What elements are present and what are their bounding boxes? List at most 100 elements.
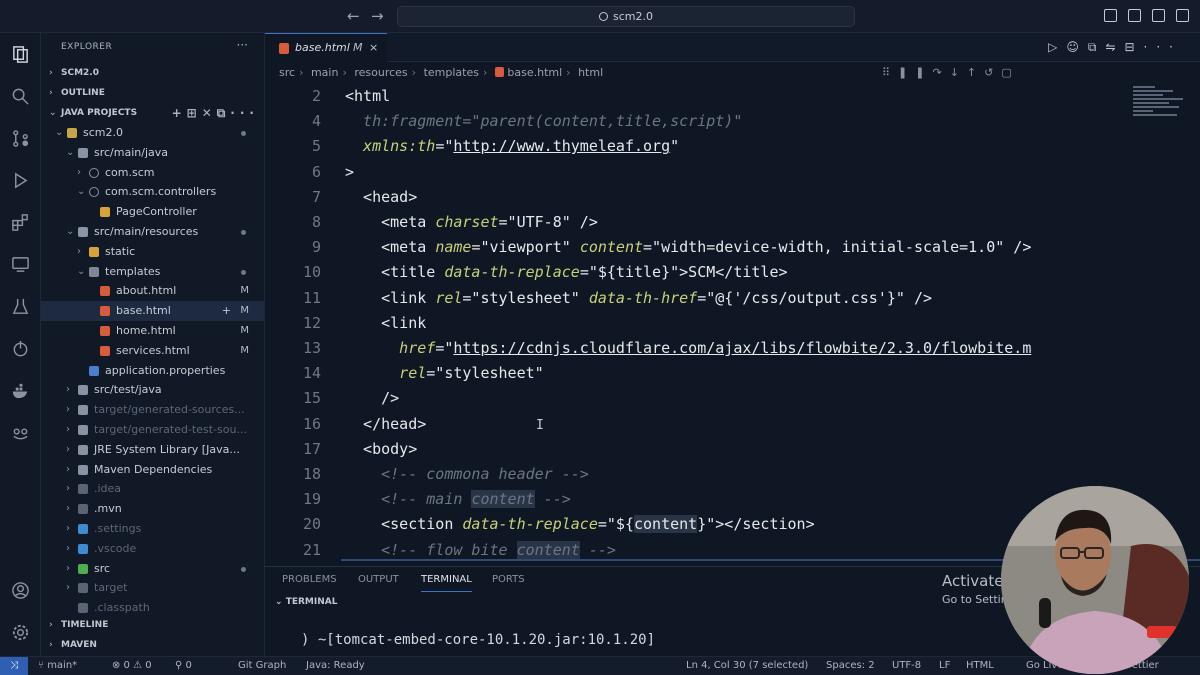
- indentation[interactable]: Spaces: 2: [826, 657, 875, 675]
- explorer-icon[interactable]: [11, 45, 30, 64]
- testing-flask-icon[interactable]: [11, 297, 30, 316]
- minimap[interactable]: [1133, 84, 1189, 144]
- code-line[interactable]: 10 <title data-th-replace="${title}">SCM…: [265, 260, 1135, 285]
- section-java-projects[interactable]: ⌄ JAVA PROJECTS +⊞✕⧉···: [41, 103, 264, 123]
- more-actions-icon[interactable]: ···: [237, 38, 248, 52]
- breadcrumb-item[interactable]: src: [279, 66, 295, 79]
- tree-item[interactable]: › static: [41, 242, 264, 262]
- tab-ports[interactable]: PORTS: [492, 567, 525, 593]
- copilot-icon[interactable]: [11, 423, 30, 442]
- arrow-right-icon[interactable]: →: [371, 7, 384, 25]
- tab-terminal[interactable]: TERMINAL: [421, 567, 472, 592]
- chevron-right-icon[interactable]: ›: [66, 499, 70, 519]
- tree-item[interactable]: base.html + M: [41, 301, 264, 322]
- code-line[interactable]: 5 xmlns:th="http://www.thymeleaf.org": [265, 134, 1135, 159]
- chevron-down-icon[interactable]: ⌄: [77, 182, 85, 202]
- chevron-right-icon[interactable]: ›: [66, 559, 70, 579]
- section-timeline[interactable]: › TIMELINE: [41, 615, 264, 635]
- tree-item[interactable]: PageController: [41, 202, 264, 222]
- chevron-down-icon[interactable]: ⌄: [66, 143, 74, 163]
- chevron-right-icon[interactable]: ›: [66, 479, 70, 499]
- chevron-right-icon[interactable]: ›: [66, 539, 70, 559]
- code-line[interactable]: 17 <body>: [265, 437, 1135, 462]
- section-scm[interactable]: › SCM2.0: [41, 63, 264, 83]
- encoding[interactable]: UTF-8: [892, 657, 921, 675]
- tree-item[interactable]: › JRE System Library [Java...: [41, 440, 264, 460]
- toggle-panel-icon[interactable]: [1128, 9, 1141, 22]
- account-icon[interactable]: [11, 581, 30, 600]
- close-icon[interactable]: ×: [369, 34, 378, 62]
- code-line[interactable]: 2 <html: [265, 84, 1135, 109]
- debug-toolbar[interactable]: ⠿❚❚↷↓↑↺▢: [882, 66, 1042, 82]
- section-outline[interactable]: › OUTLINE: [41, 83, 264, 103]
- tree-item[interactable]: services.html M: [41, 341, 264, 361]
- code-line[interactable]: 18 <!-- commona header -->: [265, 462, 1135, 487]
- terminal-section-header[interactable]: ⌄ TERMINAL: [275, 597, 337, 607]
- tree-item[interactable]: application.properties: [41, 361, 264, 381]
- chevron-right-icon[interactable]: ›: [66, 519, 70, 539]
- code-line[interactable]: 15 />: [265, 386, 1135, 411]
- section-maven[interactable]: › MAVEN: [41, 635, 264, 655]
- breadcrumb-item[interactable]: resources: [354, 66, 407, 79]
- tree-item[interactable]: › target: [41, 578, 264, 598]
- add-icon[interactable]: +: [222, 301, 231, 321]
- chevron-down-icon[interactable]: ⌄: [77, 262, 85, 282]
- tree-item[interactable]: › target/generated-sources...: [41, 400, 264, 420]
- remote-explorer-icon[interactable]: [11, 255, 30, 274]
- cursor-position[interactable]: Ln 4, Col 30 (7 selected): [686, 657, 808, 675]
- breadcrumb-item[interactable]: html: [578, 66, 603, 79]
- tree-item[interactable]: › .mvn: [41, 499, 264, 519]
- gear-icon[interactable]: [11, 623, 30, 642]
- branch-indicator[interactable]: ⑂ main*: [38, 657, 77, 675]
- code-line[interactable]: 14 rel="stylesheet": [265, 361, 1135, 386]
- tree-item[interactable]: about.html M: [41, 281, 264, 301]
- tree-item[interactable]: ⌄ templates: [41, 262, 264, 282]
- tree-item[interactable]: › src/test/java: [41, 380, 264, 400]
- chevron-right-icon[interactable]: ›: [66, 380, 70, 400]
- chevron-right-icon[interactable]: ›: [66, 400, 70, 420]
- problems-indicator[interactable]: ⊗ 0 ⚠ 0: [112, 657, 152, 675]
- tree-item[interactable]: home.html M: [41, 321, 264, 341]
- extensions-icon[interactable]: [11, 213, 30, 232]
- tree-item[interactable]: › .idea: [41, 479, 264, 499]
- java-projects-toolbar-icons[interactable]: +⊞✕⧉···: [172, 103, 259, 123]
- code-line[interactable]: 6 >: [265, 160, 1135, 185]
- tree-item[interactable]: ⌄ src/main/java: [41, 143, 264, 163]
- code-line[interactable]: 13 href="https://cdnjs.cloudflare.com/aj…: [265, 336, 1135, 361]
- code-line[interactable]: 8 <meta charset="UTF-8" />: [265, 210, 1135, 235]
- tree-item[interactable]: › .settings: [41, 519, 264, 539]
- code-line[interactable]: 7 <head>: [265, 185, 1135, 210]
- chevron-right-icon[interactable]: ›: [66, 578, 70, 598]
- customize-layout-icon[interactable]: [1176, 9, 1189, 22]
- tree-item[interactable]: › com.scm: [41, 163, 264, 183]
- arrow-left-icon[interactable]: ←: [347, 7, 360, 25]
- remote-indicator-icon[interactable]: ⤨: [0, 657, 28, 675]
- tab-output[interactable]: OUTPUT: [358, 567, 399, 593]
- line-ending[interactable]: LF: [939, 657, 950, 675]
- terminal-output[interactable]: ) ~[tomcat-embed-core-10.1.20.jar:10.1.2…: [301, 632, 655, 648]
- code-line[interactable]: 11 <link rel="stylesheet" data-th-href="…: [265, 286, 1135, 311]
- power-icon[interactable]: [11, 339, 30, 358]
- code-line[interactable]: 4 th:fragment="parent(content,title,scri…: [265, 109, 1135, 134]
- git-graph-button[interactable]: Git Graph: [238, 657, 286, 675]
- command-center-search[interactable]: scm2.0: [397, 6, 855, 27]
- toggle-secondary-sidebar-icon[interactable]: [1152, 9, 1165, 22]
- breadcrumb-item[interactable]: base.html: [507, 66, 562, 79]
- code-line[interactable]: 16 </head>: [265, 412, 1135, 437]
- source-control-icon[interactable]: [11, 129, 30, 148]
- ports-indicator[interactable]: ⚲ 0: [175, 657, 192, 675]
- chevron-right-icon[interactable]: ›: [66, 420, 70, 440]
- tree-item[interactable]: ⌄ scm2.0: [41, 123, 264, 143]
- chevron-down-icon[interactable]: ⌄: [55, 123, 63, 143]
- tree-item[interactable]: › .vscode: [41, 539, 264, 559]
- run-debug-icon[interactable]: [11, 171, 30, 190]
- tree-item[interactable]: › src: [41, 559, 264, 579]
- tree-item[interactable]: ⌄ src/main/resources: [41, 222, 264, 242]
- tab-problems[interactable]: PROBLEMS: [282, 567, 337, 593]
- code-line[interactable]: 9 <meta name="viewport" content="width=d…: [265, 235, 1135, 260]
- chevron-right-icon[interactable]: ›: [66, 460, 70, 480]
- editor-actions[interactable]: ▷☺⧉⇋⊟···: [1048, 40, 1182, 55]
- code-line[interactable]: 12 <link: [265, 311, 1135, 336]
- code-line[interactable]: 20 <section data-th-replace="${content}"…: [265, 512, 1135, 537]
- breadcrumb-item[interactable]: templates: [424, 66, 479, 79]
